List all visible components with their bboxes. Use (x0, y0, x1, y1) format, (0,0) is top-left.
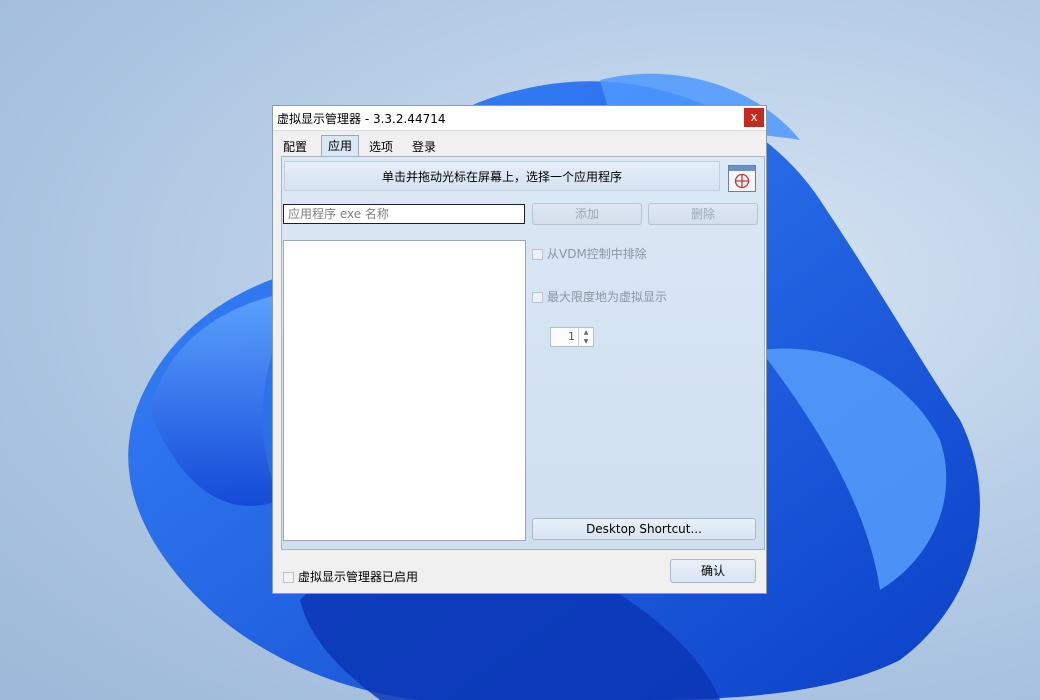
add-button[interactable]: 添加 (532, 203, 642, 225)
apps-panel: 单击并拖动光标在屏幕上，选择一个应用程序 添加 删除 从VDM控制中排除 最大限… (281, 156, 765, 550)
spinner-value: 1 (568, 330, 575, 343)
title-bar[interactable]: 虚拟显示管理器 - 3.3.2.44714 x (273, 106, 766, 131)
tab-config[interactable]: 配置 (277, 137, 313, 157)
spin-up-icon[interactable]: ▲ (579, 328, 593, 337)
delete-button[interactable]: 删除 (648, 203, 758, 225)
tab-apps[interactable]: 应用 (321, 135, 360, 157)
exclude-vdm-checkbox[interactable] (532, 249, 543, 260)
app-exe-input[interactable] (283, 204, 525, 224)
app-list[interactable] (283, 240, 526, 541)
spinner-arrows[interactable]: ▲ ▼ (578, 328, 593, 346)
close-icon: x (750, 110, 758, 124)
maximize-checkbox[interactable] (532, 292, 543, 303)
desktop-shortcut-button[interactable]: Desktop Shortcut... (532, 518, 756, 540)
window-picker-button[interactable] (728, 165, 756, 192)
app-window: 虚拟显示管理器 - 3.3.2.44714 x 配置 应用 选项 登录 单击并拖… (272, 105, 767, 594)
display-number-spinner[interactable]: 1 ▲ ▼ (550, 327, 594, 347)
vdm-enabled-option[interactable]: 虚拟显示管理器已启用 (283, 568, 418, 585)
footer: 虚拟显示管理器已启用 确认 (273, 550, 766, 594)
vdm-enabled-checkbox[interactable] (283, 572, 294, 583)
ok-button[interactable]: 确认 (670, 559, 756, 583)
tab-strip: 配置 应用 选项 登录 (273, 133, 766, 157)
close-button[interactable]: x (744, 108, 764, 127)
hint-banner: 单击并拖动光标在屏幕上，选择一个应用程序 (284, 161, 720, 191)
spin-down-icon[interactable]: ▼ (579, 337, 593, 346)
tab-options[interactable]: 选项 (363, 137, 399, 157)
exclude-vdm-label: 从VDM控制中排除 (547, 247, 647, 261)
exclude-vdm-option[interactable]: 从VDM控制中排除 (532, 245, 647, 262)
maximize-option[interactable]: 最大限度地为虚拟显示 (532, 288, 667, 305)
crosshair-icon (734, 173, 750, 189)
tab-login[interactable]: 登录 (406, 137, 442, 157)
vdm-enabled-label: 虚拟显示管理器已启用 (298, 570, 419, 584)
maximize-label: 最大限度地为虚拟显示 (547, 290, 668, 304)
window-title: 虚拟显示管理器 - 3.3.2.44714 (277, 112, 446, 126)
